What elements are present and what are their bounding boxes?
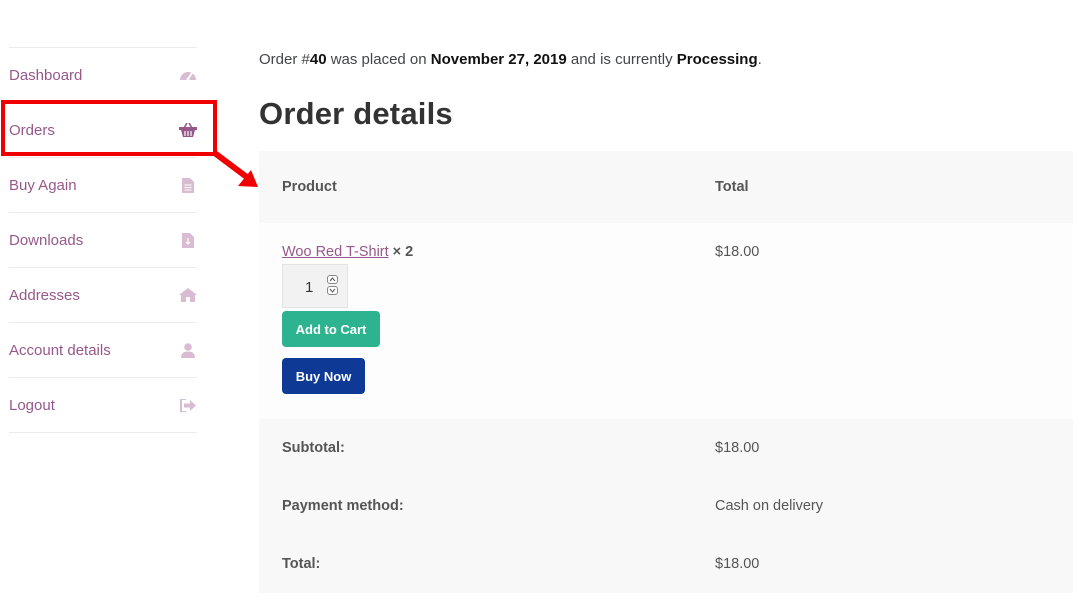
order-status: Processing [676, 51, 758, 68]
order-details-table: Product Total Woo Red T-Shirt × 2 $18.00… [259, 151, 1073, 593]
total-row: Total: $18.00 [259, 535, 1073, 593]
sidebar-item-label[interactable]: Logout [9, 397, 55, 414]
total-value: $18.00 [715, 556, 760, 572]
highlight-box [1, 100, 217, 156]
sidebar-item-label[interactable]: Dashboard [9, 67, 82, 84]
product-line: Woo Red T-Shirt × 2 [282, 244, 413, 260]
file-icon [179, 176, 197, 194]
total-label: Total: [282, 556, 321, 572]
order-text: was placed on [326, 51, 431, 68]
subtotal-value: $18.00 [715, 440, 760, 456]
chevron-up-icon[interactable] [327, 275, 338, 284]
order-date: November 27, 2019 [430, 51, 567, 68]
order-text: . [757, 51, 762, 68]
payment-method-label: Payment method: [282, 498, 404, 514]
sidebar-item-logout[interactable]: Logout [9, 377, 197, 433]
order-summary: Order #40 was placed on November 27, 201… [259, 51, 762, 68]
sidebar-item-label[interactable]: Account details [9, 342, 111, 359]
product-link[interactable]: Woo Red T-Shirt [282, 244, 389, 260]
sidebar-item-label[interactable]: Downloads [9, 232, 83, 249]
sidebar-item-dashboard[interactable]: Dashboard [9, 47, 197, 102]
add-to-cart-button[interactable]: Add to Cart [282, 311, 380, 347]
home-icon [179, 286, 197, 304]
quantity-value: 1 [305, 279, 314, 296]
order-number: 40 [309, 51, 327, 68]
sidebar-item-account-details[interactable]: Account details [9, 322, 197, 377]
table-header-row: Product Total [259, 151, 1073, 223]
sidebar-item-addresses[interactable]: Addresses [9, 267, 197, 322]
sidebar-item-downloads[interactable]: Downloads [9, 212, 197, 267]
payment-method-row: Payment method: Cash on delivery [259, 477, 1073, 535]
table-row: Woo Red T-Shirt × 2 $18.00 1 Add to Cart… [259, 223, 1073, 419]
file-download-icon [179, 231, 197, 249]
subtotal-row: Subtotal: $18.00 [259, 419, 1073, 477]
user-icon [179, 341, 197, 359]
column-header-product: Product [282, 179, 337, 195]
sidebar-item-label[interactable]: Addresses [9, 287, 80, 304]
buy-now-button[interactable]: Buy Now [282, 358, 365, 394]
product-total: $18.00 [715, 244, 760, 260]
column-header-total: Total [715, 179, 749, 195]
subtotal-label: Subtotal: [282, 440, 345, 456]
order-text: and is currently [566, 51, 677, 68]
payment-method-value: Cash on delivery [715, 498, 823, 514]
quantity-stepper[interactable]: 1 [282, 264, 348, 308]
chevron-down-icon[interactable] [327, 286, 338, 295]
order-prefix: Order # [259, 51, 310, 68]
sign-out-icon [179, 396, 197, 414]
sidebar-item-buy-again[interactable]: Buy Again [9, 157, 197, 212]
sidebar-item-label[interactable]: Buy Again [9, 177, 77, 194]
annotation-arrow-icon [214, 151, 258, 187]
product-quantity: × 2 [388, 244, 414, 260]
dashboard-icon [179, 66, 197, 84]
page-title: Order details [259, 96, 453, 131]
